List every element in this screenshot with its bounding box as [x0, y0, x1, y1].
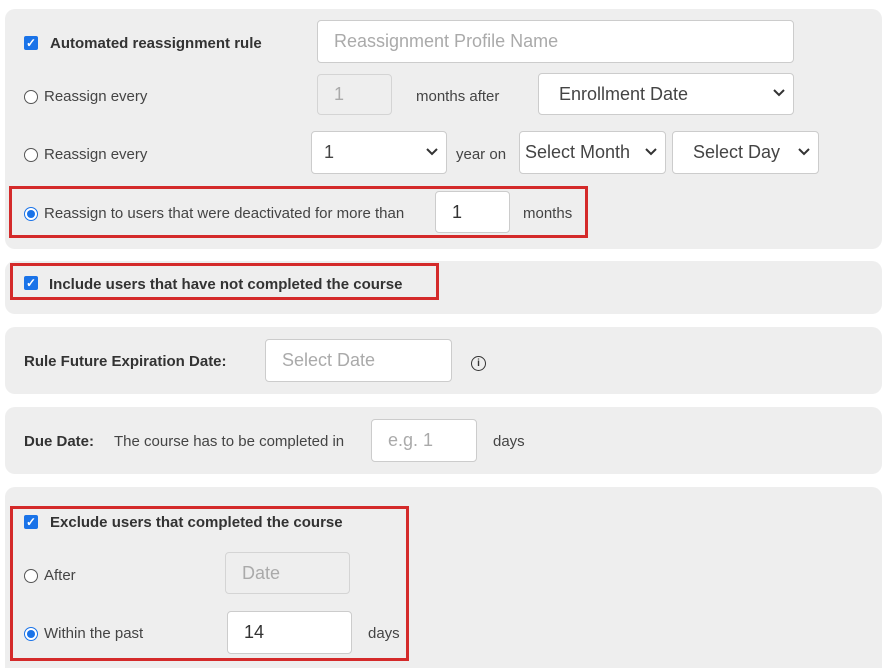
include-incomplete-label: Include users that have not completed th…	[49, 276, 403, 293]
year-on-label: year on	[456, 146, 507, 163]
months-count-input[interactable]: 1	[317, 74, 392, 115]
automated-reassignment-label: Automated reassignment rule	[50, 35, 262, 52]
year-count-value: 1	[324, 142, 335, 162]
chevron-down-icon	[798, 147, 810, 155]
reassign-deactivated-label: Reassign to users that were deactivated …	[44, 205, 405, 222]
day-select[interactable]: Select Day	[672, 131, 819, 174]
exclude-within-days-input[interactable]: 14	[227, 611, 352, 654]
expiration-date-input[interactable]: Select Date	[265, 339, 452, 382]
exclude-within-unit: days	[368, 625, 400, 642]
exclude-after-date-input[interactable]: Date	[225, 552, 350, 594]
exclude-after-label: After	[44, 567, 76, 584]
chevron-down-icon	[645, 147, 657, 155]
exclude-completed-checkbox[interactable]: ✓	[24, 515, 38, 529]
deactivated-months-input[interactable]: 1	[435, 191, 510, 233]
reassign-every-year-label: Reassign every	[44, 146, 148, 163]
enrollment-date-select[interactable]: Enrollment Date	[538, 73, 794, 115]
chevron-down-icon	[426, 147, 438, 155]
exclude-after-radio[interactable]	[24, 569, 38, 583]
reassign-every-months-radio[interactable]	[24, 90, 38, 104]
month-select-value: Select Month	[525, 142, 631, 162]
deactivated-months-unit: months	[523, 205, 573, 222]
enrollment-date-value: Enrollment Date	[559, 83, 689, 104]
include-incomplete-checkbox[interactable]: ✓	[24, 276, 38, 290]
year-count-select[interactable]: 1	[311, 131, 447, 174]
due-date-label: Due Date:	[24, 433, 95, 450]
exclude-completed-label: Exclude users that completed the course	[50, 514, 343, 531]
info-icon[interactable]: i	[471, 356, 486, 371]
day-select-value: Select Day	[693, 142, 781, 162]
reassign-every-months-label: Reassign every	[44, 88, 148, 105]
expiration-label: Rule Future Expiration Date:	[24, 353, 227, 370]
month-select[interactable]: Select Month	[519, 131, 666, 174]
due-days-unit: days	[493, 433, 525, 450]
exclude-within-radio[interactable]	[24, 627, 38, 641]
reassign-deactivated-radio[interactable]	[24, 207, 38, 221]
due-date-text: The course has to be completed in	[114, 433, 345, 450]
profile-name-input[interactable]: Reassignment Profile Name	[317, 20, 794, 63]
automated-reassignment-checkbox[interactable]: ✓	[24, 36, 38, 50]
exclude-within-label: Within the past	[44, 625, 144, 642]
chevron-down-icon	[773, 89, 785, 97]
months-after-label: months after	[416, 88, 500, 105]
due-days-input[interactable]: e.g. 1	[371, 419, 477, 462]
reassign-every-year-radio[interactable]	[24, 148, 38, 162]
